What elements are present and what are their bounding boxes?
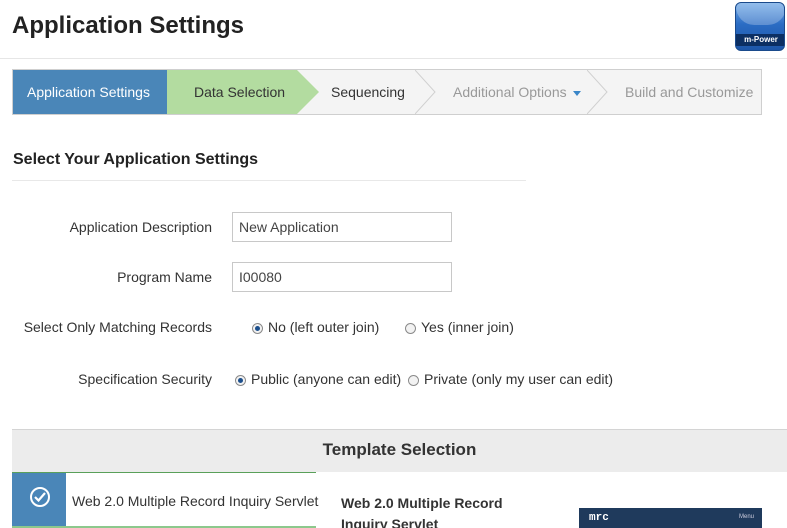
preview-label: mrc [589,512,609,524]
radio-public[interactable] [235,374,246,386]
radio-no-left-outer-join[interactable] [252,322,263,334]
description-label: Application Description [69,219,212,235]
template-preview-image: mrc Menu [579,508,762,528]
logo-text: m-Power [744,35,778,44]
step-build-and-customize[interactable]: Build and Customize [625,70,765,114]
template-list-item[interactable]: Web 2.0 Multiple Record Inquiry Servlet [12,472,319,528]
security-public-option[interactable]: Public (anyone can edit) [235,371,401,387]
matching-yes-label: Yes (inner join) [421,319,514,335]
section-divider [12,180,526,181]
specification-security-label: Specification Security [78,371,212,387]
template-item-label: Web 2.0 Multiple Record Inquiry Servlet [72,493,319,509]
step-additional-options[interactable]: Additional Options [453,70,591,114]
logo-gloss [736,3,784,25]
radio-private[interactable] [408,374,419,386]
title-divider [0,58,787,59]
wizard-steps: Application Settings Data Selection Sequ… [12,69,762,115]
template-selection-header: Template Selection [12,430,787,472]
security-private-label: Private (only my user can edit) [424,371,614,387]
check-circle-icon [30,487,50,507]
program-name-label: Program Name [117,269,212,285]
description-input[interactable] [232,212,452,242]
section-title: Select Your Application Settings [13,151,259,168]
radio-yes-inner-join[interactable] [405,322,416,334]
security-public-label: Public (anyone can edit) [251,371,402,387]
template-detail-title: Web 2.0 Multiple Record Inquiry Servlet [341,495,503,528]
step-data-selection[interactable]: Data Selection [167,70,297,114]
step-additional-options-label: Additional Options [453,84,567,100]
step-arrow-icon [297,70,319,114]
program-name-input[interactable] [232,262,452,292]
matching-no-option[interactable]: No (left outer join) [252,319,379,335]
template-selected-marker [12,473,66,526]
step-separator-icon [415,70,437,114]
step-separator-icon [587,70,609,114]
step-application-settings[interactable]: Application Settings [13,70,167,114]
matching-no-label: No (left outer join) [268,319,380,335]
security-private-option[interactable]: Private (only my user can edit) [408,371,613,387]
matching-yes-option[interactable]: Yes (inner join) [405,319,514,335]
page-title: Application Settings [12,12,245,39]
preview-menu-label: Menu [738,514,754,520]
matching-records-label: Select Only Matching Records [23,319,212,335]
caret-down-icon [572,90,581,96]
mpower-logo: m-Power [735,2,785,51]
